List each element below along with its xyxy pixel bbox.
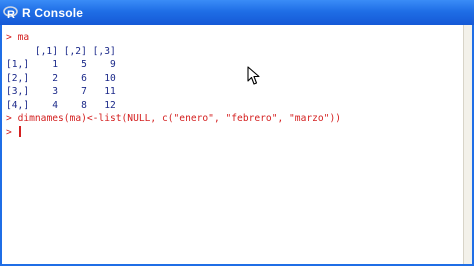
text-cursor [18, 125, 21, 137]
console-output-line: [2,] 2 6 10 [6, 72, 341, 86]
console-input-line: > dimnames(ma)<-list(NULL, c("enero", "f… [6, 112, 341, 126]
svg-text:R: R [7, 9, 15, 20]
output-text: [2,] 2 6 10 [6, 72, 116, 84]
r-logo-icon: R [3, 5, 18, 20]
console-output-line: [3,] 3 7 11 [6, 85, 341, 99]
console-current-input[interactable]: > [6, 125, 341, 140]
console-output: > ma [,1] [,2] [,3] [1,] 1 5 9 [2,] 2 6 10… [6, 31, 341, 139]
prompt-symbol: > [6, 126, 12, 138]
mouse-pointer-icon [247, 66, 260, 91]
command-text: ma [17, 32, 30, 43]
title-bar[interactable]: R R Console [0, 0, 474, 25]
console-output-line: [4,] 4 8 12 [6, 99, 341, 113]
window-title: R Console [22, 5, 84, 20]
output-text: [,1] [,2] [,3] [6, 45, 116, 57]
prompt-symbol: > [6, 113, 12, 124]
console-input-line: > ma [6, 31, 341, 45]
console-output-line: [,1] [,2] [,3] [6, 45, 341, 59]
scrollbar[interactable] [463, 25, 472, 264]
command-text: dimnames(ma)<-list(NULL, c("enero", "feb… [17, 113, 342, 124]
prompt-symbol: > [6, 32, 12, 43]
console-output-line: [1,] 1 5 9 [6, 58, 341, 72]
output-text: [3,] 3 7 11 [6, 86, 116, 97]
output-text: [4,] 4 8 12 [6, 99, 116, 111]
output-text: [1,] 1 5 9 [6, 59, 116, 70]
console-area[interactable]: > ma [,1] [,2] [,3] [1,] 1 5 9 [2,] 2 6 10… [0, 25, 474, 266]
